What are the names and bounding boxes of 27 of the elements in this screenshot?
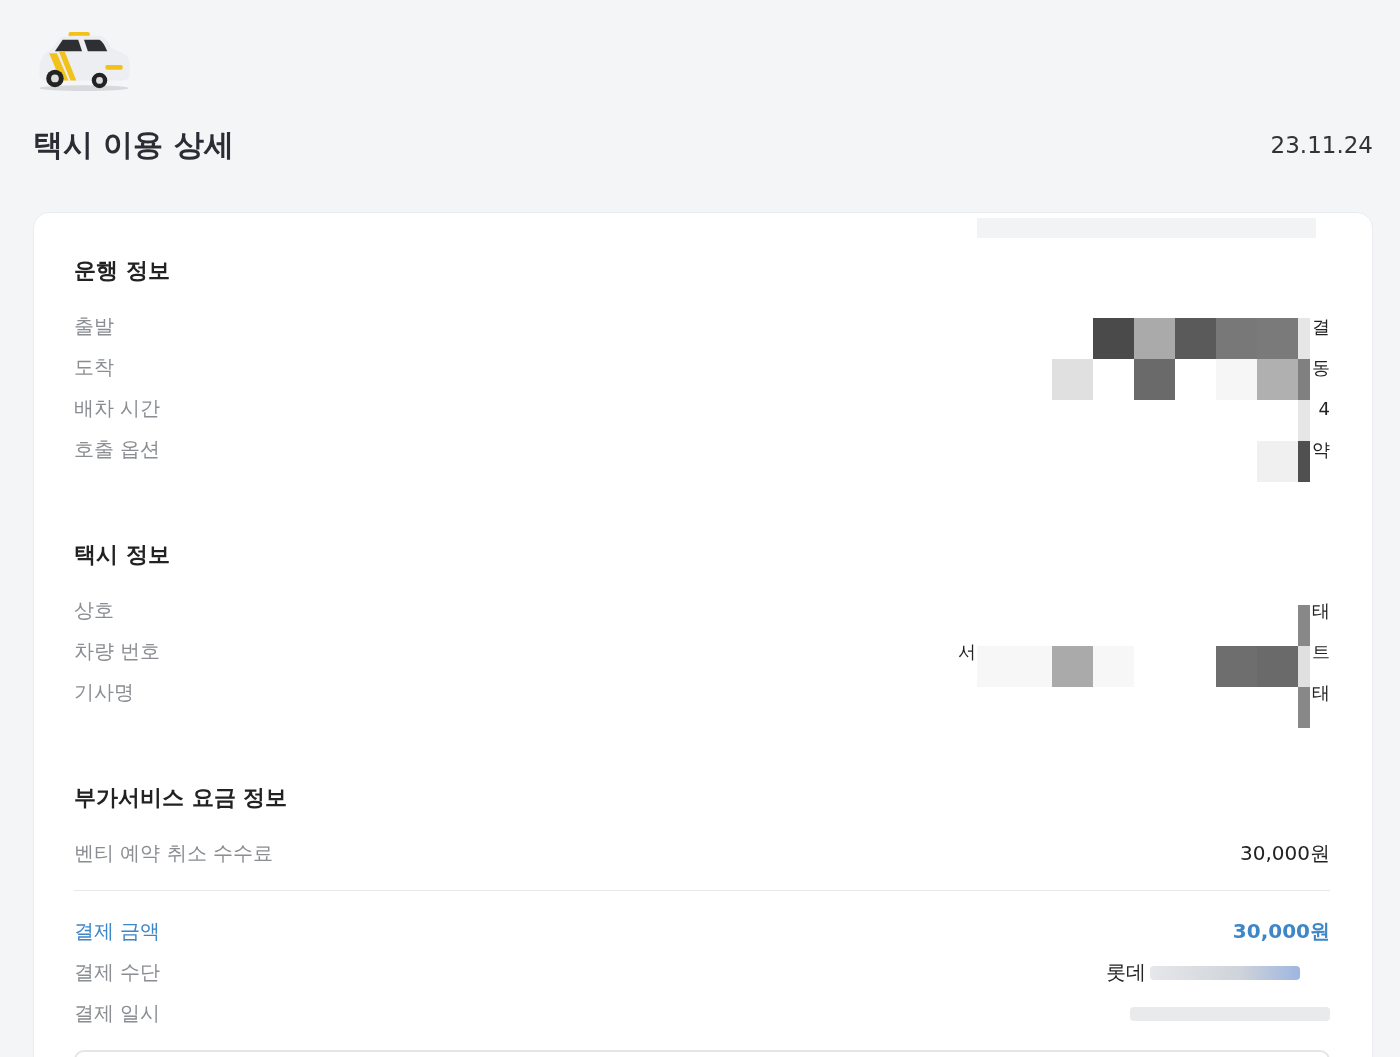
page-title: 택시 이용 상세	[33, 125, 234, 164]
row-value: 약	[1312, 437, 1330, 462]
row-label: 출발	[74, 313, 114, 340]
row-value: 서	[958, 639, 976, 664]
section-heading: 부가서비스 요금 정보	[74, 784, 289, 812]
row-label: 상호	[74, 597, 114, 624]
section-heading: 운행 정보	[74, 257, 171, 285]
row-value: 30,000원	[1240, 840, 1330, 867]
total-amount: 30,000원	[1232, 918, 1330, 945]
total-label: 결제 금액	[74, 918, 161, 945]
row-label: 배차 시간	[74, 395, 161, 422]
row-label: 결제 일시	[74, 1000, 161, 1027]
row-value: 트	[1312, 639, 1330, 664]
row-label: 도착	[74, 354, 114, 381]
row-label: 차량 번호	[74, 638, 161, 665]
row-label: 벤티 예약 취소 수수료	[74, 840, 274, 867]
section-heading: 택시 정보	[74, 541, 171, 569]
date-text: 23.11.24	[1270, 132, 1373, 158]
row-value: 롯데	[1106, 959, 1146, 986]
row-value: 동	[1312, 355, 1330, 380]
row-value: 태	[1312, 598, 1330, 623]
row-value: 태	[1312, 680, 1330, 705]
row-label: 호출 옵션	[74, 436, 161, 463]
row-label: 결제 수단	[74, 959, 161, 986]
row-value: 결	[1312, 314, 1330, 339]
row-label: 기사명	[74, 679, 134, 706]
row-value: 4	[1318, 398, 1330, 419]
